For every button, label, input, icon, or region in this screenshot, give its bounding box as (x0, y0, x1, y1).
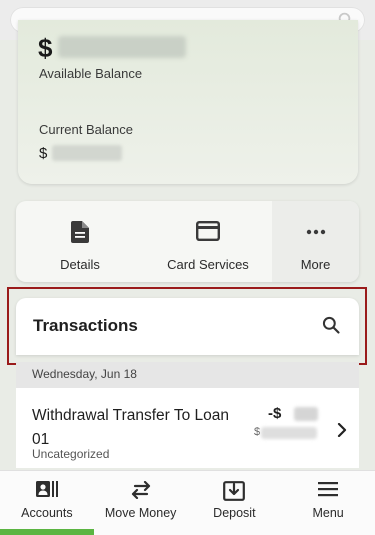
nav-accounts[interactable]: Accounts (0, 471, 94, 535)
nav-accounts-label: Accounts (21, 506, 73, 520)
card-services-label: Card Services (167, 257, 249, 272)
nav-menu[interactable]: Menu (281, 471, 375, 535)
nav-deposit-label: Deposit (213, 506, 256, 520)
nav-move-money[interactable]: Move Money (94, 471, 188, 535)
available-balance-value-redacted (58, 36, 186, 58)
date-header-label: Wednesday, Jun 18 (32, 367, 137, 381)
transfer-arrows-icon (131, 481, 150, 499)
current-balance-currency: $ (39, 145, 48, 162)
current-balance-label: Current Balance (39, 122, 133, 137)
available-balance-currency: $ (38, 33, 53, 63)
more-button[interactable]: More (272, 201, 359, 282)
transaction-balance-prefix: $ (254, 426, 261, 438)
transaction-amount-redacted (294, 407, 318, 421)
nav-deposit[interactable]: Deposit (188, 471, 282, 535)
account-actions: Details Card Services More (16, 201, 359, 282)
nav-menu-label: Menu (312, 506, 344, 520)
transaction-description: Withdrawal Transfer To Loan 01 (32, 407, 230, 448)
nav-move-money-label: Move Money (104, 506, 177, 520)
more-dots-icon (306, 229, 325, 235)
details-label: Details (60, 257, 100, 272)
hamburger-menu-icon (318, 482, 339, 497)
card-services-button[interactable]: Card Services (144, 201, 272, 282)
available-balance-label: Available Balance (39, 66, 143, 81)
transaction-amount-prefix: -$ (268, 405, 282, 422)
date-header: Wednesday, Jun 18 (16, 362, 359, 388)
document-icon (71, 221, 89, 243)
deposit-icon (223, 481, 246, 501)
accounts-icon (35, 481, 58, 497)
more-label: More (300, 257, 331, 272)
transaction-row[interactable]: Withdrawal Transfer To Loan 01 Uncategor… (16, 388, 359, 468)
transaction-category: Uncategorized (32, 447, 110, 461)
active-tab-indicator (0, 529, 94, 535)
transaction-balance-redacted (261, 427, 317, 439)
details-button[interactable]: Details (16, 201, 144, 282)
bottom-navigation: Accounts Move Money Deposit Menu (0, 470, 375, 535)
chevron-right-icon (337, 423, 347, 437)
credit-card-icon (196, 221, 220, 241)
transactions-highlight-frame (7, 287, 367, 365)
current-balance-value-redacted (52, 145, 122, 161)
